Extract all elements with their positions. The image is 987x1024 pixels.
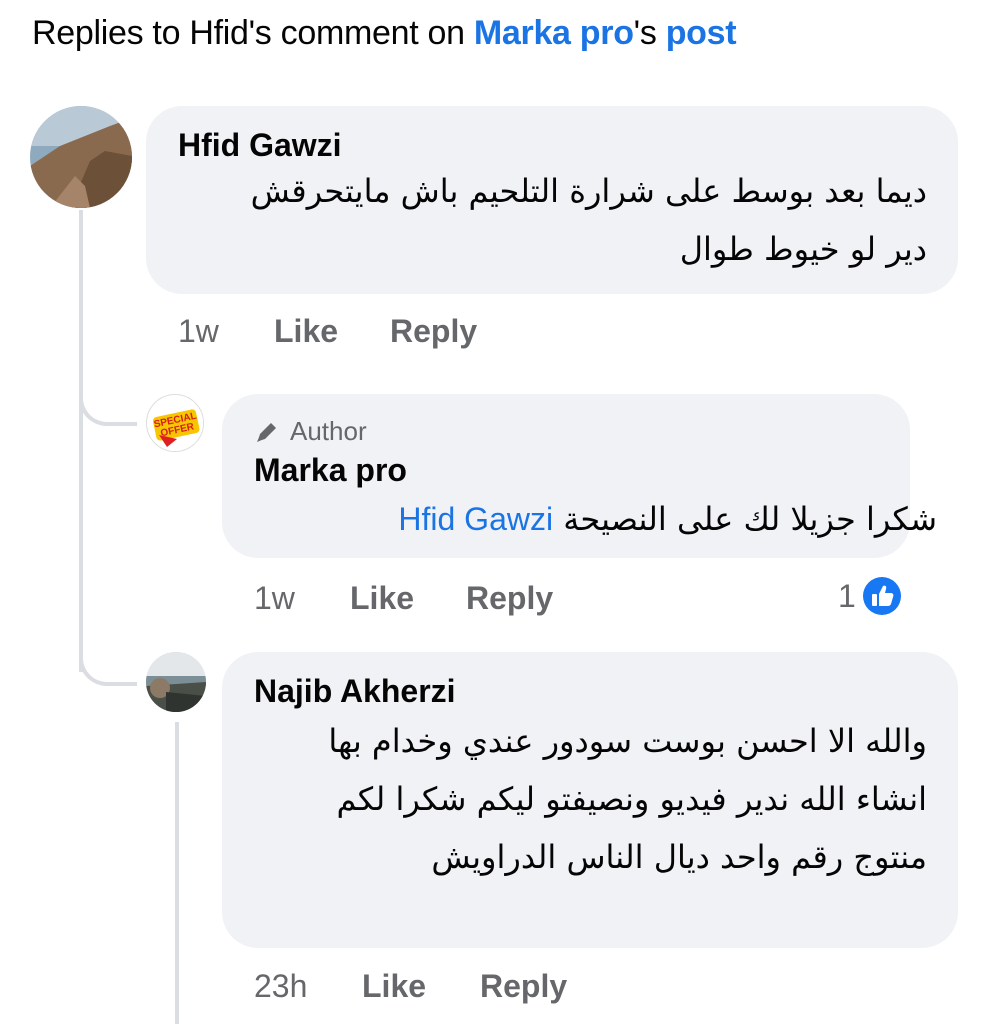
pencil-icon bbox=[257, 422, 276, 442]
comment-timestamp[interactable]: 23h bbox=[254, 968, 307, 1005]
comment-author-name[interactable]: Hfid Gawzi bbox=[178, 127, 342, 164]
special-offer-logo: SPECIAL OFFER bbox=[148, 396, 203, 451]
post-link[interactable]: post bbox=[666, 14, 737, 52]
comment-text-with-mention: شكرا جزيلا لك على النصيحة Hfid Gawzi bbox=[398, 490, 937, 548]
comment-actions-1: 1w Like Reply bbox=[178, 313, 578, 353]
reaction-count: 1 bbox=[838, 577, 856, 614]
reply-button[interactable]: Reply bbox=[466, 580, 553, 617]
page-header: Replies to Hfid's comment on Marka pro's… bbox=[32, 14, 737, 53]
author-badge-label: Author bbox=[290, 416, 367, 446]
comment-text-line: منتوج رقم واحد ديال الناس الدراويش bbox=[431, 838, 927, 876]
thread-connector-1 bbox=[79, 384, 137, 426]
thread-line-reply bbox=[175, 722, 179, 1024]
avatar-marka-pro[interactable]: SPECIAL OFFER bbox=[146, 394, 204, 452]
mention-link[interactable]: Hfid Gawzi bbox=[398, 501, 553, 537]
comment-timestamp[interactable]: 1w bbox=[254, 580, 295, 617]
header-possessive: 's bbox=[633, 14, 666, 52]
avatar-najib-akherzi[interactable] bbox=[146, 652, 206, 712]
comment-author-name[interactable]: Marka pro bbox=[254, 452, 407, 489]
comment-text-line: انشاء الله ندير فيديو ونصيفتو ليكم شكرا … bbox=[336, 780, 927, 818]
reply-button[interactable]: Reply bbox=[390, 313, 477, 350]
comment-text: شكرا جزيلا لك على النصيحة bbox=[563, 500, 937, 538]
post-author-link[interactable]: Marka pro bbox=[474, 14, 634, 52]
avatar-hfid-gawzi[interactable] bbox=[30, 106, 132, 208]
thread-line-main bbox=[79, 210, 83, 672]
comment-text-line: والله الا احسن بوست سودور عندي وخدام بها bbox=[328, 722, 927, 760]
reply-button[interactable]: Reply bbox=[480, 968, 567, 1005]
comment-timestamp[interactable]: 1w bbox=[178, 313, 219, 350]
comment-text-line: ديما بعد بوسط على شرارة التلحيم باش مايت… bbox=[250, 172, 927, 210]
comment-actions-3: 23h Like Reply bbox=[254, 968, 674, 1008]
like-reaction-icon bbox=[862, 577, 901, 615]
comment-author-name[interactable]: Najib Akherzi bbox=[254, 673, 456, 710]
reaction-summary[interactable]: 1 bbox=[838, 574, 902, 618]
like-button[interactable]: Like bbox=[274, 313, 338, 350]
comment-actions-2: 1w Like Reply bbox=[254, 580, 654, 620]
like-button[interactable]: Like bbox=[362, 968, 426, 1005]
like-button[interactable]: Like bbox=[350, 580, 414, 617]
thread-connector-2 bbox=[79, 640, 137, 686]
comment-text-line: دير لو خيوط طوال bbox=[679, 230, 927, 268]
avatar-photo bbox=[30, 106, 132, 208]
author-badge: Author bbox=[254, 416, 367, 447]
header-prefix: Replies to Hfid's comment on bbox=[32, 14, 474, 52]
avatar-photo bbox=[146, 652, 206, 712]
